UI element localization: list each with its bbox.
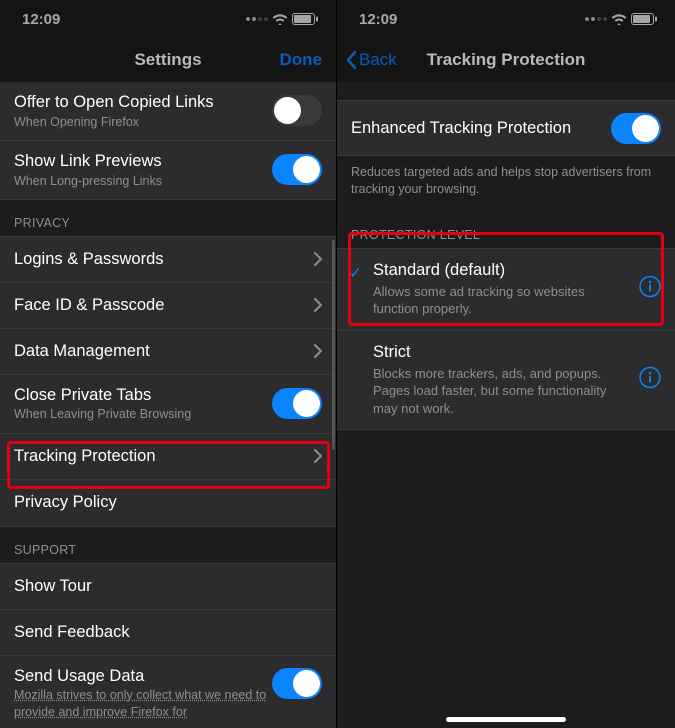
row-privacy-policy[interactable]: Privacy Policy: [0, 480, 336, 526]
signal-icon: [246, 17, 268, 21]
battery-icon: [631, 13, 657, 25]
row-title: Privacy Policy: [14, 492, 322, 513]
tracking-protection-screen: 12:09 Back Tracking Protection Enhanced …: [337, 0, 675, 728]
toggle-close-private-tabs[interactable]: [272, 388, 322, 419]
wifi-icon: [272, 13, 288, 25]
battery-icon: [292, 13, 318, 25]
chevron-right-icon: [314, 449, 322, 463]
toggle-usage-data[interactable]: [272, 668, 322, 699]
level-strict[interactable]: Strict Blocks more trackers, ads, and po…: [337, 331, 675, 430]
row-subtitle: When Opening Firefox: [14, 114, 272, 130]
row-title: Face ID & Passcode: [14, 295, 314, 316]
signal-icon: [585, 17, 607, 21]
row-data-management[interactable]: Data Management: [0, 329, 336, 375]
toggle-etp[interactable]: [611, 113, 661, 144]
row-title: Send Feedback: [14, 622, 322, 643]
row-faceid-passcode[interactable]: Face ID & Passcode: [0, 283, 336, 329]
row-subtitle: Mozilla strives to only collect what we …: [14, 687, 272, 720]
row-subtitle: When Long-pressing Links: [14, 173, 272, 189]
row-title: Send Usage Data: [14, 666, 272, 687]
row-close-private-tabs[interactable]: Close Private Tabs When Leaving Private …: [0, 375, 336, 434]
status-bar: 12:09: [0, 0, 336, 38]
chevron-right-icon: [314, 298, 322, 312]
row-title: Show Link Previews: [14, 151, 272, 172]
wifi-icon: [611, 13, 627, 25]
info-button-strict[interactable]: [639, 367, 661, 394]
chevron-left-icon: [345, 50, 357, 70]
row-logins-passwords[interactable]: Logins & Passwords: [0, 237, 336, 283]
level-title: Standard (default): [373, 261, 661, 280]
info-icon: [639, 276, 661, 298]
row-tracking-protection[interactable]: Tracking Protection: [0, 434, 336, 480]
row-title: Logins & Passwords: [14, 249, 314, 270]
info-icon: [639, 367, 661, 389]
home-indicator[interactable]: [446, 717, 566, 722]
row-send-usage-data[interactable]: Send Usage Data Mozilla strives to only …: [0, 656, 336, 728]
row-title: Enhanced Tracking Protection: [351, 118, 611, 139]
info-button-standard[interactable]: [639, 276, 661, 303]
status-icons: [246, 13, 318, 25]
settings-screen: 12:09 Settings Done Offer to Open Copied…: [0, 0, 337, 728]
scroll-indicator[interactable]: [332, 240, 335, 450]
toggle-copied-links[interactable]: [272, 95, 322, 126]
checkmark-icon: ✓: [349, 264, 362, 282]
status-icons: [585, 13, 657, 25]
row-offer-copied-links[interactable]: Offer to Open Copied Links When Opening …: [0, 82, 336, 141]
row-title: Offer to Open Copied Links: [14, 92, 272, 113]
row-title: Tracking Protection: [14, 446, 314, 467]
status-time: 12:09: [359, 11, 397, 28]
status-time: 12:09: [22, 11, 60, 28]
row-title: Data Management: [14, 341, 314, 362]
level-subtitle: Allows some ad tracking so websites func…: [373, 283, 661, 318]
nav-bar: Settings Done: [0, 38, 336, 82]
row-send-feedback[interactable]: Send Feedback: [0, 610, 336, 656]
toggle-link-previews[interactable]: [272, 154, 322, 185]
level-standard[interactable]: ✓ Standard (default) Allows some ad trac…: [337, 249, 675, 331]
status-bar: 12:09: [337, 0, 675, 38]
chevron-right-icon: [314, 252, 322, 266]
done-button[interactable]: Done: [280, 50, 323, 70]
nav-title: Settings: [134, 50, 201, 70]
row-title: Close Private Tabs: [14, 385, 272, 406]
nav-bar: Back Tracking Protection: [337, 38, 675, 82]
row-show-link-previews[interactable]: Show Link Previews When Long-pressing Li…: [0, 141, 336, 199]
chevron-right-icon: [314, 344, 322, 358]
back-label: Back: [359, 50, 397, 70]
section-protection-level: Protection Level: [337, 212, 675, 248]
etp-description: Reduces targeted ads and helps stop adve…: [337, 156, 675, 212]
level-title: Strict: [373, 343, 661, 362]
level-subtitle: Blocks more trackers, ads, and popups. P…: [373, 365, 661, 418]
row-subtitle: When Leaving Private Browsing: [14, 406, 272, 422]
section-support: Support: [0, 527, 336, 563]
section-privacy: Privacy: [0, 200, 336, 236]
back-button[interactable]: Back: [345, 50, 397, 70]
nav-title: Tracking Protection: [427, 50, 586, 70]
row-show-tour[interactable]: Show Tour: [0, 564, 336, 610]
row-enhanced-tracking-protection[interactable]: Enhanced Tracking Protection: [337, 101, 675, 155]
row-title: Show Tour: [14, 576, 322, 597]
